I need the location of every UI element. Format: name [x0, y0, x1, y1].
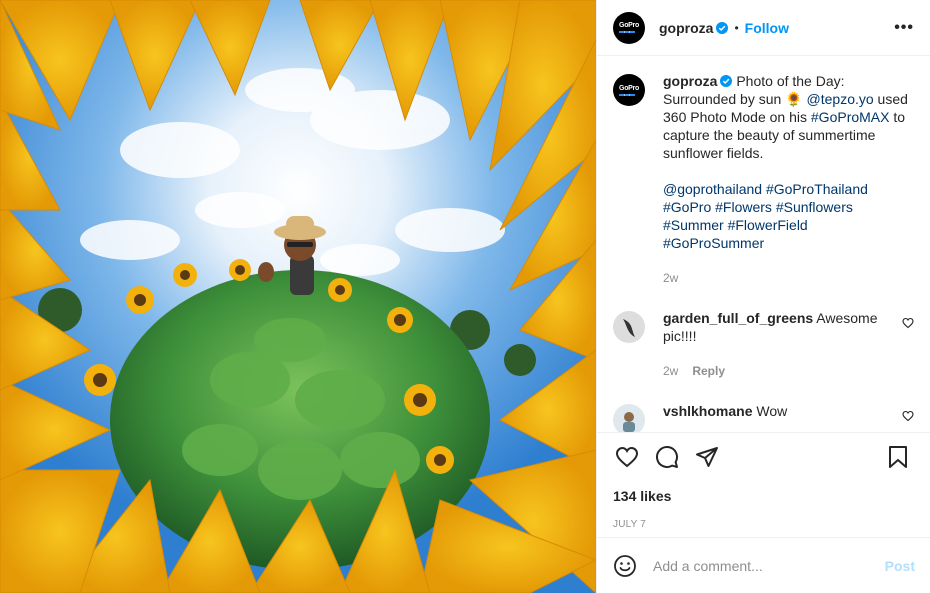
add-comment-input[interactable] [653, 557, 885, 574]
like-comment-heart-icon[interactable] [902, 410, 914, 422]
caption-time: 2w [663, 271, 679, 285]
comment-time: 2w [663, 364, 679, 378]
gopro-logo: GoPro [619, 22, 639, 33]
comments-list[interactable]: GoPro goproza Photo of the Day: Surround… [597, 56, 930, 433]
gopro-logo: GoPro [619, 85, 639, 96]
caption-tags[interactable]: @goprothailand #GoProThailand #GoPro #Fl… [663, 180, 893, 252]
save-button[interactable] [878, 437, 918, 477]
instagram-post: GoPro goproza • Follow ••• GoPro goproza… [0, 0, 930, 593]
header-username[interactable]: goproza [659, 20, 713, 36]
avatar[interactable]: GoPro [613, 74, 645, 106]
sunflower-photo-image [0, 0, 596, 593]
comment-row: garden_full_of_greens Awesome pic!!!! 2w… [613, 309, 914, 380]
separator-dot: • [734, 20, 739, 35]
avatar[interactable]: GoPro [613, 11, 645, 44]
smiley-icon[interactable] [613, 554, 637, 578]
commenter-avatar-image [613, 404, 645, 432]
avatar[interactable] [613, 311, 645, 343]
likes-count[interactable]: 134 likes [597, 488, 930, 504]
reply-button[interactable]: Reply [692, 364, 725, 378]
add-comment-bar: Post [597, 537, 930, 593]
follow-button[interactable]: Follow [745, 20, 789, 36]
bookmark-icon [889, 446, 907, 468]
more-options-button[interactable]: ••• [894, 19, 914, 37]
hashtag-link[interactable]: #GoProMAX [811, 109, 890, 125]
comment-meta: 2w Reply [663, 362, 902, 380]
post-header: GoPro goproza • Follow ••• [597, 0, 930, 56]
heart-icon [615, 446, 639, 468]
comment-icon [656, 446, 678, 468]
action-bar [597, 433, 930, 481]
verified-badge-icon [716, 21, 729, 34]
paper-plane-icon [696, 447, 718, 467]
comment-text: garden_full_of_greens Awesome pic!!!! 2w… [663, 309, 902, 380]
comment-button[interactable] [647, 437, 687, 477]
verified-badge-icon [720, 75, 733, 87]
mention-link[interactable]: @tepzo.yo [807, 91, 874, 107]
caption-text: goproza Photo of the Day: Surrounded by … [663, 72, 914, 287]
share-button[interactable] [687, 437, 727, 477]
comment-username[interactable]: garden_full_of_greens [663, 310, 813, 326]
comment-text: vshlkhomane Wow [663, 402, 902, 420]
post-photo[interactable] [0, 0, 596, 593]
post-comment-button[interactable]: Post [885, 558, 915, 574]
like-button[interactable] [607, 437, 647, 477]
commenter-avatar-image [613, 311, 645, 343]
post-date[interactable]: JULY 7 [597, 519, 930, 530]
caption-row: GoPro goproza Photo of the Day: Surround… [613, 72, 914, 287]
comment-username[interactable]: vshlkhomane [663, 403, 752, 419]
like-comment-heart-icon[interactable] [902, 317, 914, 329]
caption-username[interactable]: goproza [663, 73, 717, 89]
comment-row: vshlkhomane Wow [613, 402, 914, 432]
comment-body: Wow [756, 403, 788, 419]
avatar[interactable] [613, 404, 645, 432]
post-side-panel: GoPro goproza • Follow ••• GoPro goproza… [596, 0, 930, 593]
